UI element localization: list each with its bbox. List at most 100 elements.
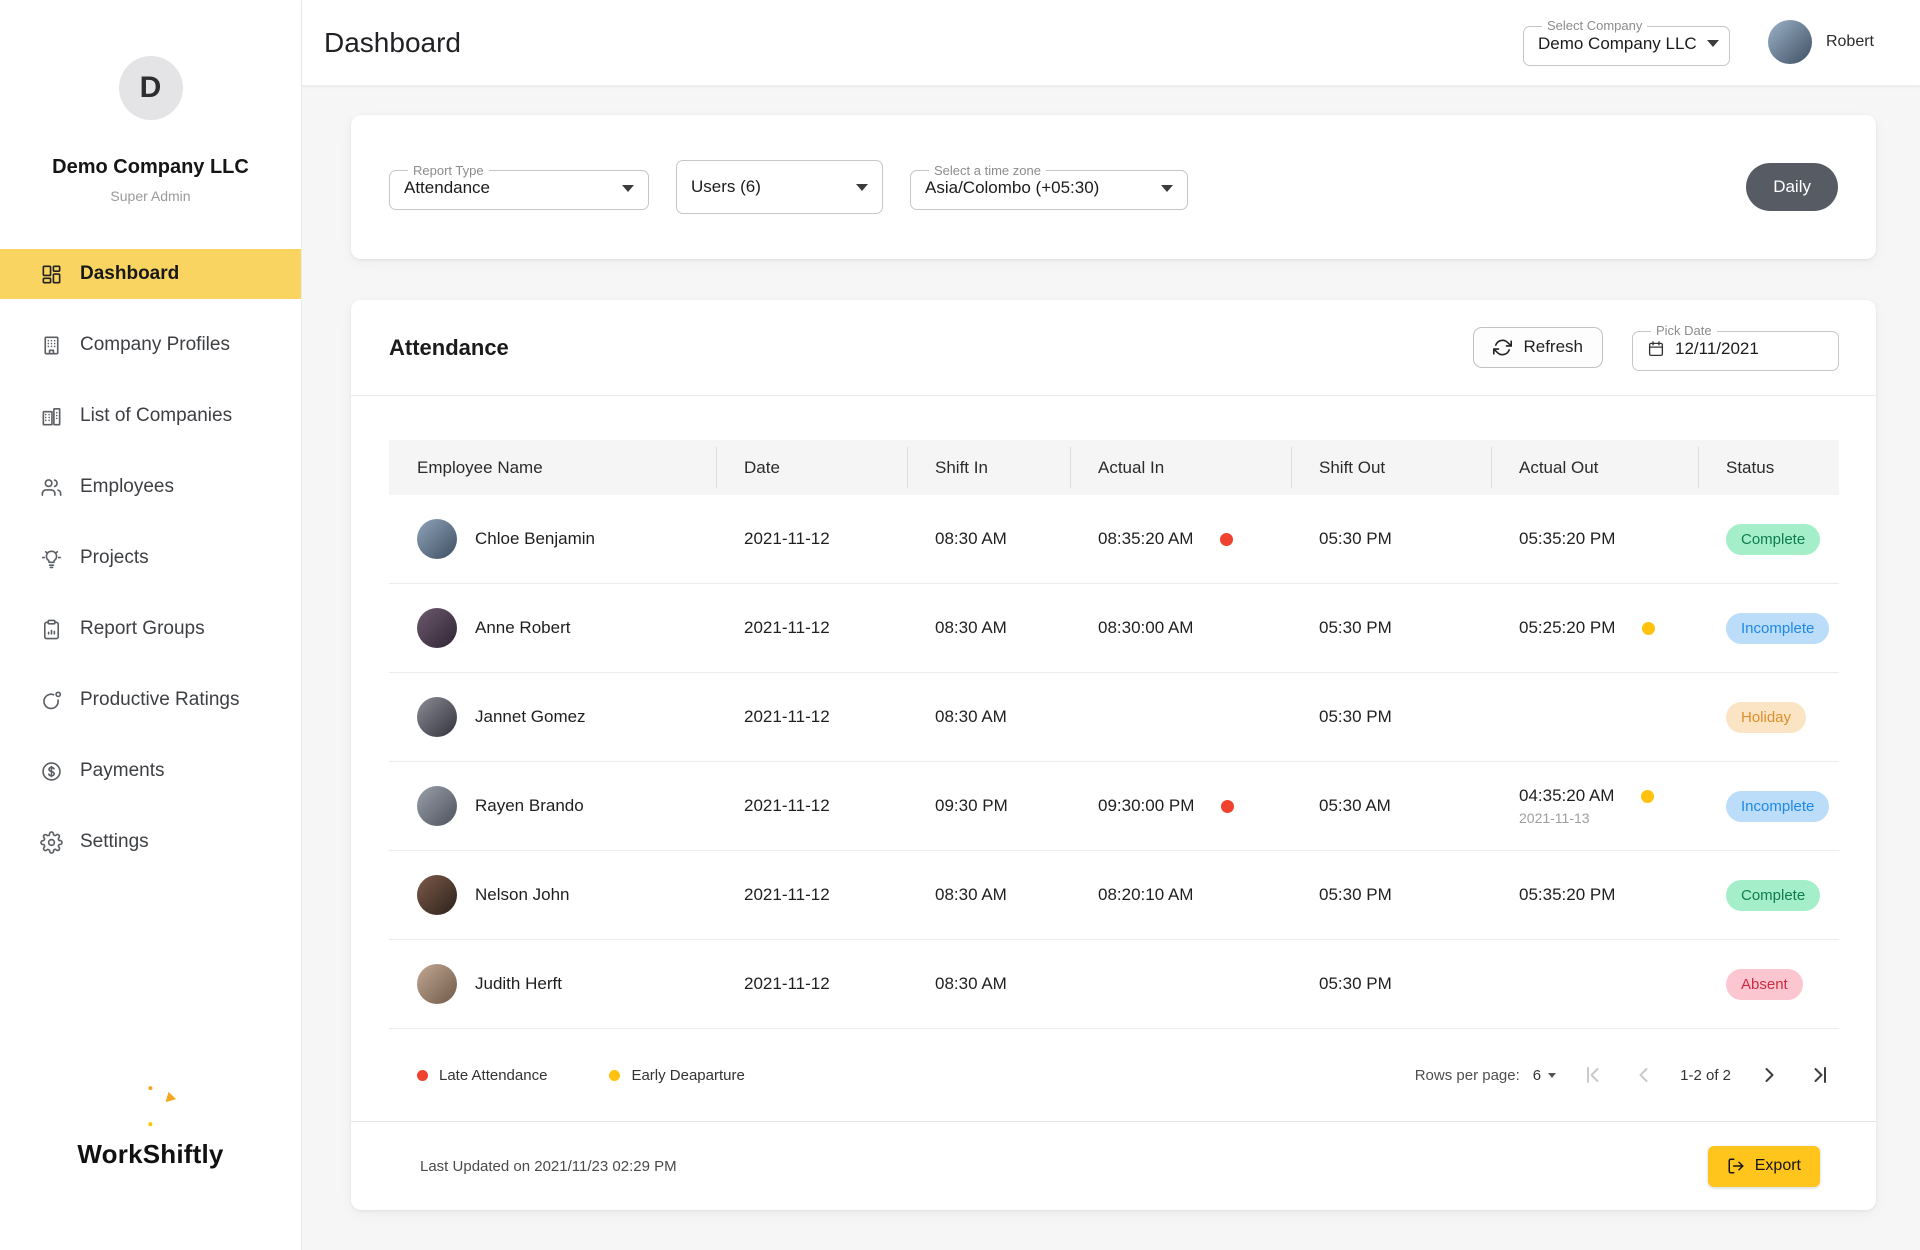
attendance-table: Employee Name Date Shift In Actual In Sh… — [351, 396, 1876, 1029]
legend-dot — [417, 1070, 428, 1081]
pick-date-value: 12/11/2021 — [1675, 339, 1759, 359]
content: Report Type Attendance Users (6) Select … — [302, 86, 1920, 1250]
shift-out-cell: 05:30 PM — [1291, 707, 1491, 727]
legend-item: Late Attendance — [417, 1067, 547, 1084]
sidebar-item-payments[interactable]: Payments — [0, 746, 301, 796]
rows-per-page-select[interactable]: 6 — [1533, 1067, 1556, 1084]
chevron-right-icon — [1757, 1063, 1781, 1087]
buildings-icon — [40, 405, 63, 428]
gauge-icon — [40, 689, 63, 712]
sidebar-item-label: List of Companies — [80, 405, 232, 427]
rows-per-page-label: Rows per page: — [1415, 1067, 1520, 1084]
last-page-button[interactable] — [1807, 1063, 1831, 1087]
table-row: Chloe Benjamin 2021-11-12 08:30 AM 08:35… — [389, 495, 1839, 584]
attendance-card: Attendance Refresh Pick Date 12/11/2021 — [351, 300, 1876, 1210]
status-cell: Complete — [1698, 524, 1839, 555]
employee-avatar — [417, 519, 457, 559]
col-actual-out: Actual Out — [1491, 440, 1698, 495]
select-company-label: Select Company — [1542, 19, 1647, 33]
sidebar-item-list-of-companies[interactable]: List of Companies — [0, 391, 301, 441]
chevron-down-icon — [622, 185, 634, 192]
sidebar: D Demo Company LLC Super Admin Dashboard… — [0, 0, 302, 1250]
main-area: Dashboard Select Company Demo Company LL… — [302, 0, 1920, 1250]
legend-label: Late Attendance — [439, 1067, 547, 1084]
sidebar-item-settings[interactable]: Settings — [0, 817, 301, 867]
shift-out-cell: 05:30 PM — [1291, 885, 1491, 905]
date-cell: 2021-11-12 — [716, 796, 907, 816]
sidebar-item-report-groups[interactable]: Report Groups — [0, 604, 301, 654]
user-avatar[interactable] — [1768, 20, 1812, 64]
filter-card: Report Type Attendance Users (6) Select … — [351, 115, 1876, 259]
status-badge: Complete — [1726, 880, 1820, 911]
status-cell: Holiday — [1698, 702, 1839, 733]
status-cell: Complete — [1698, 880, 1839, 911]
sidebar-item-employees[interactable]: Employees — [0, 462, 301, 512]
sidebar-item-label: Report Groups — [80, 618, 205, 640]
col-shift-out: Shift Out — [1291, 440, 1491, 495]
gear-icon — [40, 831, 63, 854]
shift-out-cell: 05:30 PM — [1291, 529, 1491, 549]
pick-date-field[interactable]: Pick Date 12/11/2021 — [1632, 324, 1839, 370]
last-updated-text: Last Updated on 2021/11/23 02:29 PM — [420, 1158, 677, 1175]
date-cell: 2021-11-12 — [716, 885, 907, 905]
actual-in-cell: 08:30:00 AM — [1070, 618, 1291, 638]
shift-out-cell: 05:30 PM — [1291, 618, 1491, 638]
date-cell: 2021-11-12 — [716, 529, 907, 549]
dashboard-icon — [40, 263, 63, 286]
brand-block: WorkShiftly — [0, 1077, 301, 1170]
employee-avatar — [417, 608, 457, 648]
shift-in-cell: 08:30 AM — [907, 618, 1070, 638]
sidebar-item-dashboard[interactable]: Dashboard — [0, 249, 301, 299]
first-page-button[interactable] — [1582, 1063, 1606, 1087]
pick-date-label: Pick Date — [1651, 324, 1717, 338]
dollar-icon — [40, 760, 63, 783]
employee-avatar — [417, 875, 457, 915]
select-company-value: Demo Company LLC — [1538, 34, 1697, 54]
clipboard-icon — [40, 618, 63, 641]
attendance-title: Attendance — [389, 335, 509, 361]
workshiftly-clock-icon — [123, 1077, 179, 1133]
table-row: Nelson John 2021-11-12 08:30 AM 08:20:10… — [389, 851, 1839, 940]
previous-page-button[interactable] — [1632, 1063, 1656, 1087]
export-button[interactable]: Export — [1708, 1146, 1820, 1187]
early-departure-dot — [1642, 622, 1655, 635]
sidebar-item-projects[interactable]: Projects — [0, 533, 301, 583]
actual-in-cell: 08:35:20 AM — [1070, 529, 1291, 549]
shift-in-cell: 08:30 AM — [907, 529, 1070, 549]
employee-name: Judith Herft — [475, 974, 562, 994]
col-actual-in: Actual In — [1070, 440, 1291, 495]
page-range: 1-2 of 2 — [1680, 1067, 1731, 1084]
people-icon — [40, 476, 63, 499]
refresh-label: Refresh — [1523, 337, 1583, 357]
sidebar-item-company-profiles[interactable]: Company Profiles — [0, 320, 301, 370]
sidebar-item-productive-ratings[interactable]: Productive Ratings — [0, 675, 301, 725]
timezone-dropdown[interactable]: Select a time zone Asia/Colombo (+05:30) — [910, 164, 1188, 210]
employee-name: Rayen Brando — [475, 796, 584, 816]
shift-in-cell: 08:30 AM — [907, 974, 1070, 994]
daily-button[interactable]: Daily — [1746, 163, 1838, 211]
col-shift-in: Shift In — [907, 440, 1070, 495]
select-company-dropdown[interactable]: Select Company Demo Company LLC — [1523, 19, 1730, 65]
sidebar-item-label: Employees — [80, 476, 174, 498]
date-cell: 2021-11-12 — [716, 618, 907, 638]
employee-avatar — [417, 964, 457, 1004]
sidebar-item-label: Dashboard — [80, 263, 179, 285]
actual-in-cell: 08:20:10 AM — [1070, 885, 1291, 905]
legend-dot — [609, 1070, 620, 1081]
report-type-dropdown[interactable]: Report Type Attendance — [389, 164, 649, 210]
refresh-button[interactable]: Refresh — [1473, 327, 1603, 368]
shift-in-cell: 08:30 AM — [907, 885, 1070, 905]
topbar-right: Select Company Demo Company LLC Robert — [1523, 19, 1874, 65]
legend-and-pagination: Late Attendance Early Deaparture Rows pe… — [351, 1029, 1876, 1121]
actual-out-cell: 05:25:20 PM — [1491, 618, 1698, 638]
user-name: Robert — [1826, 33, 1874, 51]
status-cell: Absent — [1698, 969, 1839, 1000]
users-dropdown[interactable]: Users (6) — [676, 160, 883, 214]
company-logo: D — [119, 56, 183, 120]
chevron-down-icon — [1161, 185, 1173, 192]
next-page-button[interactable] — [1757, 1063, 1781, 1087]
actual-in-cell: 09:30:00 PM — [1070, 796, 1291, 816]
employee-name: Nelson John — [475, 885, 570, 905]
sidebar-menu: Dashboard Company Profiles List of Compa… — [0, 249, 301, 867]
late-attendance-dot — [1221, 800, 1234, 813]
